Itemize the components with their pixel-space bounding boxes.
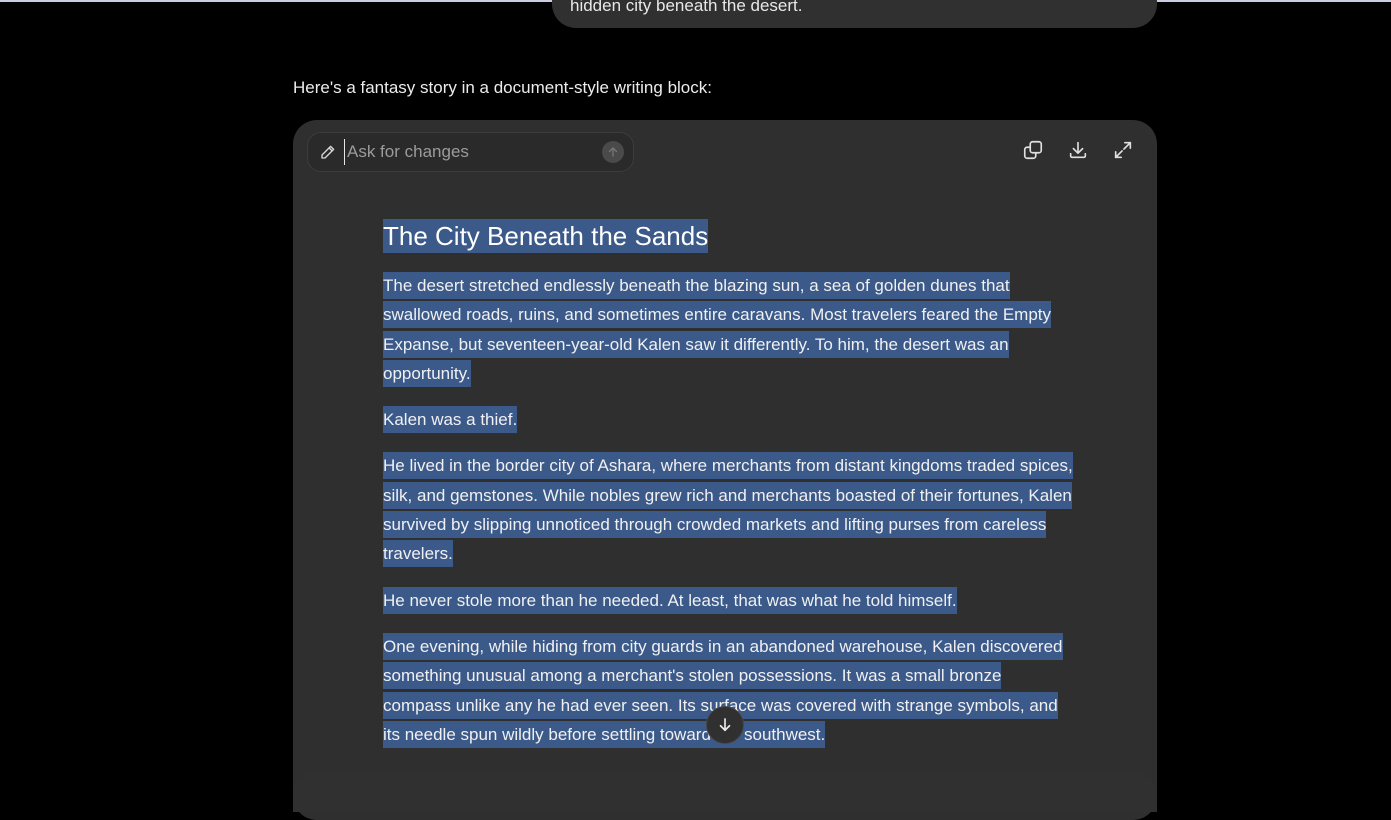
assistant-intro-text: Here's a fantasy story in a document-sty…: [293, 78, 712, 97]
expand-button[interactable]: [1111, 138, 1135, 162]
story-paragraph-text: Kalen was a thief.: [383, 406, 518, 434]
story-paragraph: Kalen was a thief.: [383, 405, 1073, 434]
document-body[interactable]: The City Beneath the Sands The desert st…: [383, 218, 1073, 766]
document-title: The City Beneath the Sands: [383, 218, 1073, 255]
download-icon: [1069, 141, 1087, 159]
copy-button[interactable]: [1021, 138, 1045, 162]
story-paragraph: The desert stretched endlessly beneath t…: [383, 271, 1073, 388]
story-paragraph-text: He never stole more than he needed. At l…: [383, 586, 957, 614]
composer-bar-edge: [293, 772, 1157, 812]
send-button[interactable]: [602, 141, 624, 163]
story-paragraph: He never stole more than he needed. At l…: [383, 586, 1073, 615]
pencil-icon: [319, 143, 337, 161]
ask-for-changes-box[interactable]: [307, 132, 634, 172]
ask-for-changes-input[interactable]: [344, 139, 597, 165]
story-paragraph: He lived in the border city of Ashara, w…: [383, 451, 1073, 568]
canvas-document-card: The City Beneath the Sands The desert st…: [293, 120, 1157, 820]
story-paragraph-text: He lived in the border city of Ashara, w…: [383, 452, 1073, 568]
arrow-up-icon: [608, 147, 618, 157]
scroll-to-bottom-button[interactable]: [706, 706, 744, 744]
expand-icon: [1114, 141, 1132, 159]
arrow-down-icon: [719, 718, 731, 732]
download-button[interactable]: [1066, 138, 1090, 162]
document-title-text: The City Beneath the Sands: [383, 219, 709, 253]
copy-icon: [1023, 140, 1043, 160]
user-message-bubble: hidden city beneath the desert.: [552, 0, 1157, 28]
story-paragraph-text: The desert stretched endlessly beneath t…: [383, 272, 1052, 387]
user-message-text: hidden city beneath the desert.: [570, 0, 803, 15]
